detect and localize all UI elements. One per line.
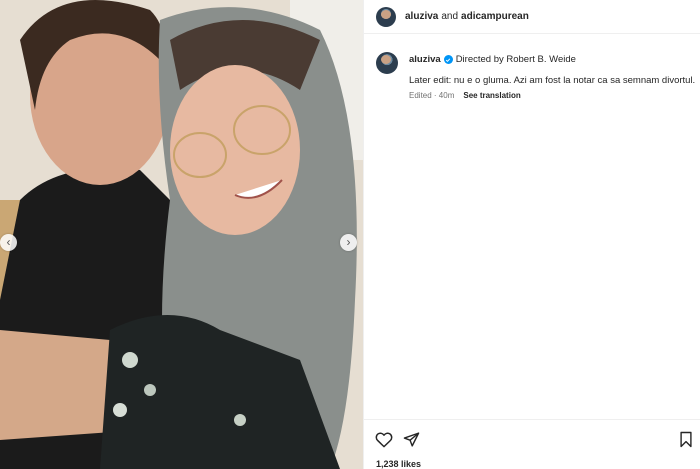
caption-body: aluziva Directed by Robert B. Weide Late… [409,52,695,102]
edited-timestamp: Edited · 40m [409,91,455,100]
caption-username-link[interactable]: aluziva [409,53,441,66]
caption-meta: Edited · 40m See translation [409,89,695,102]
heart-icon [375,431,393,447]
header-collaborator-link[interactable]: adicampurean [461,11,529,22]
header-connector: and [441,11,459,22]
header-username-link[interactable]: aluziva [405,11,438,22]
caption-header: aluziva Directed by Robert B. Weide [409,53,695,66]
chevron-left-icon: ‹ [6,235,11,249]
carousel-next-button[interactable]: › [340,234,357,251]
carousel-prev-button[interactable]: ‹ [0,234,17,251]
share-button[interactable] [402,430,420,448]
caption-text: Later edit: nu e o gluma. Azi am fost la… [409,75,696,86]
caption-credit: Directed by Robert B. Weide [455,54,576,65]
see-translation-link[interactable]: See translation [463,89,520,102]
selfie-photo-illustration [0,0,363,469]
chevron-right-icon: › [346,235,351,249]
share-icon [403,431,419,447]
like-button[interactable] [375,430,393,448]
verified-badge-icon [443,55,453,64]
post-sidebar: aluziva and adicampurean aluziva Directe… [363,0,700,469]
caption-avatar[interactable] [376,52,398,74]
avatar[interactable] [376,6,396,27]
bookmark-icon [680,431,692,447]
save-button[interactable] [678,430,694,448]
likes-count[interactable]: 1,238 likes [376,459,421,469]
post-photo: ‹ › [0,0,363,469]
caption: aluziva Directed by Robert B. Weide Late… [376,52,696,102]
action-bar: 1,238 likes [364,419,700,469]
header-title: aluziva and adicampurean [405,11,529,22]
post-header: aluziva and adicampurean [364,0,700,34]
